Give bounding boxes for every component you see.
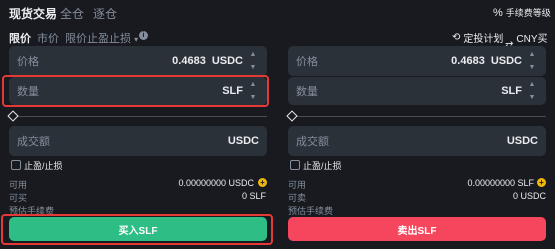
buy-amount-field[interactable]: 数量 SLF ▲ ▼ <box>9 77 267 105</box>
sell-max-value: 0 USDC <box>512 191 546 201</box>
buy-total-unit: USDC <box>227 135 259 147</box>
sell-tpsl-label: 止盈/止损 <box>303 161 342 171</box>
sell-price-stepper[interactable]: ▲ ▼ <box>526 49 538 73</box>
buy-button[interactable]: 买入SLF <box>9 217 267 241</box>
sell-total-unit: USDC <box>506 135 538 147</box>
sell-amount-unit: SLF <box>501 85 522 97</box>
stepper-down-icon[interactable]: ▼ <box>247 62 259 73</box>
buy-available-value: 0.00000000 USDC <box>178 178 254 188</box>
deposit-plus-icon[interactable]: + <box>258 178 267 187</box>
order-type-stop-limit[interactable]: 限价止盈止损 ▾ <box>65 30 138 46</box>
stepper-up-icon[interactable]: ▲ <box>526 49 538 60</box>
sell-button[interactable]: 卖出SLF <box>288 217 546 241</box>
buy-tpsl-label: 止盈/止损 <box>24 161 63 171</box>
tab-spot[interactable]: 现货交易 <box>9 5 57 22</box>
stepper-up-icon[interactable]: ▲ <box>247 49 259 60</box>
dip-plan-label: 定投计划 <box>463 34 504 45</box>
sell-available-label: 可用 <box>288 180 307 190</box>
sell-amount-label: 数量 <box>296 86 318 98</box>
fee-level-label: 手续费等级 <box>505 8 551 18</box>
sell-max-label: 可卖 <box>288 193 307 203</box>
order-type-stop-limit-label: 限价止盈止损 <box>65 33 131 45</box>
buy-price-field[interactable]: 价格 0.4683 USDC ▲ ▼ <box>9 46 267 76</box>
buy-available-label: 可用 <box>9 180 28 190</box>
buy-amount-stepper[interactable]: ▲ ▼ <box>247 79 259 103</box>
buy-slider-handle[interactable] <box>7 110 19 122</box>
buy-tpsl-checkbox[interactable] <box>11 160 21 170</box>
sell-total-field[interactable]: 成交额 USDC <box>288 126 546 156</box>
tab-isolated-margin[interactable]: 逐仓 <box>93 5 117 22</box>
stepper-down-icon[interactable]: ▼ <box>526 92 538 103</box>
sell-amount-field[interactable]: 数量 SLF ▲ ▼ <box>288 77 546 105</box>
stepper-down-icon[interactable]: ▼ <box>247 92 259 103</box>
buy-price-label: 价格 <box>17 56 39 68</box>
tab-cross-margin[interactable]: 全仓 <box>60 5 84 22</box>
sell-available-value: 0.00000000 SLF <box>467 178 534 188</box>
buy-max-value: 0 SLF <box>241 191 266 201</box>
chevron-down-icon: ▾ <box>134 35 139 44</box>
buy-amount-slider[interactable] <box>12 116 267 117</box>
stepper-down-icon[interactable]: ▼ <box>526 62 538 73</box>
order-type-market[interactable]: 市价 <box>37 30 59 46</box>
sell-tpsl-checkbox[interactable] <box>290 160 300 170</box>
sell-amount-slider[interactable] <box>291 116 546 117</box>
sell-fee-label: 预估手续费 <box>288 206 334 216</box>
sell-slider-handle[interactable] <box>286 110 298 122</box>
stepper-up-icon[interactable]: ▲ <box>526 79 538 90</box>
buy-price-unit: USDC <box>211 55 243 67</box>
sell-total-label: 成交额 <box>296 136 329 148</box>
buy-price-stepper[interactable]: ▲ ▼ <box>247 49 259 73</box>
buy-price-value: 0.4683 <box>172 55 206 67</box>
dip-plan-link[interactable]: ⟲ 定投计划 <box>452 30 503 45</box>
stepper-up-icon[interactable]: ▲ <box>247 79 259 90</box>
buy-max-label: 可买 <box>9 193 28 203</box>
buy-amount-label: 数量 <box>17 86 39 98</box>
sell-amount-stepper[interactable]: ▲ ▼ <box>526 79 538 103</box>
order-type-limit[interactable]: 限价 <box>9 30 31 46</box>
info-icon[interactable]: i <box>139 31 148 40</box>
dip-plan-icon: ⟲ <box>452 32 461 43</box>
fee-level-link[interactable]: % 手续费等级 <box>493 6 551 19</box>
sell-price-value: 0.4683 <box>451 55 485 67</box>
sell-price-label: 价格 <box>296 56 318 68</box>
buy-total-label: 成交额 <box>17 136 50 148</box>
sell-price-unit: USDC <box>490 55 522 67</box>
sell-price-field[interactable]: 价格 0.4683 USDC ▲ ▼ <box>288 46 546 76</box>
buy-amount-unit: SLF <box>222 85 243 97</box>
percent-icon: % <box>493 6 503 19</box>
transfer-plus-icon[interactable]: + <box>537 178 546 187</box>
buy-total-field[interactable]: 成交额 USDC <box>9 126 267 156</box>
